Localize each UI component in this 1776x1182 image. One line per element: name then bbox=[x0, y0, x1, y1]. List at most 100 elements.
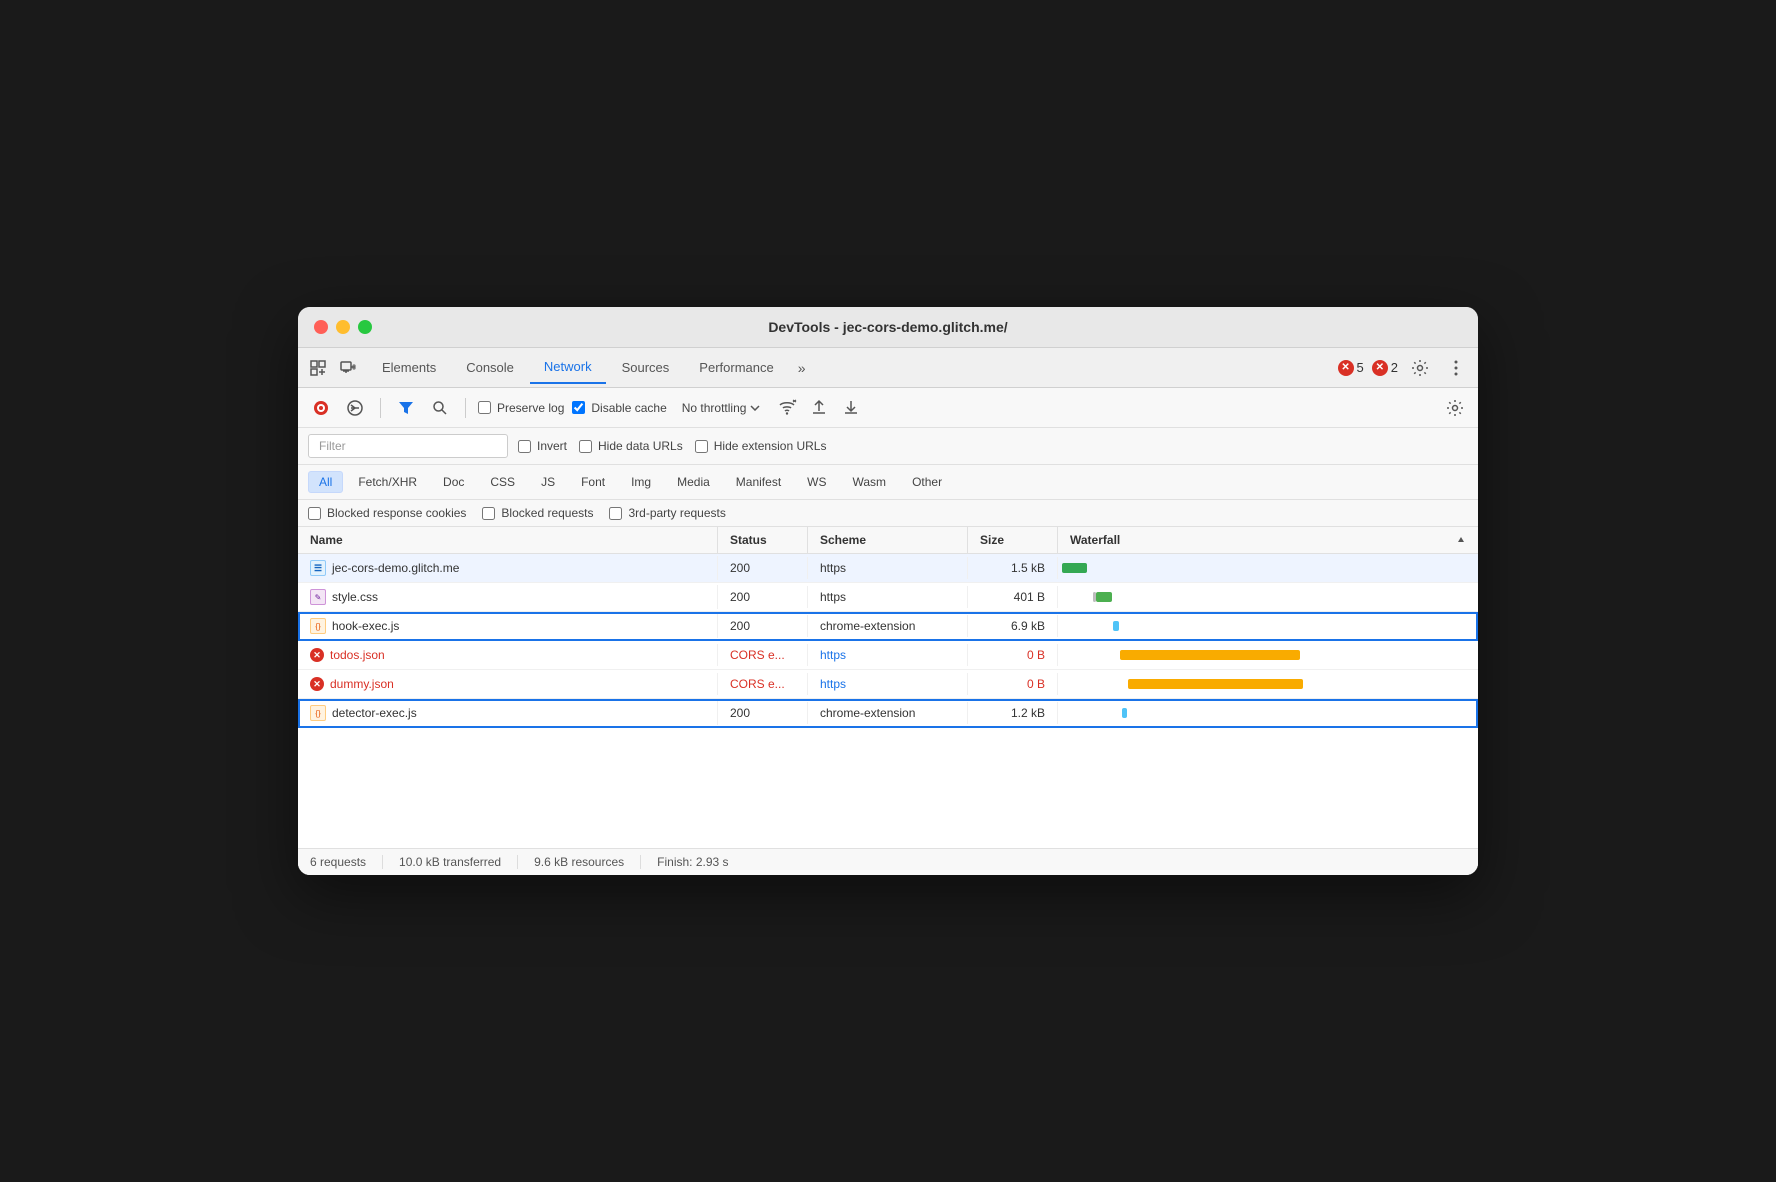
record-button[interactable] bbox=[308, 395, 334, 421]
type-media-button[interactable]: Media bbox=[666, 471, 721, 493]
type-fetch-xhr-button[interactable]: Fetch/XHR bbox=[347, 471, 428, 493]
blocked-cookies-checkbox[interactable]: Blocked response cookies bbox=[308, 506, 466, 520]
tab-network[interactable]: Network bbox=[530, 351, 606, 384]
devtools-window: DevTools - jec-cors-demo.glitch.me/ bbox=[298, 307, 1478, 875]
title-bar: DevTools - jec-cors-demo.glitch.me/ bbox=[298, 307, 1478, 348]
row-scheme: https bbox=[808, 644, 968, 666]
filter-button[interactable] bbox=[393, 395, 419, 421]
html-file-icon: ☰ bbox=[310, 560, 326, 576]
type-doc-button[interactable]: Doc bbox=[432, 471, 475, 493]
hide-ext-urls-input[interactable] bbox=[695, 440, 708, 453]
row-name: ✎ style.css bbox=[298, 585, 718, 609]
tab-bar: Elements Console Network Sources Perform… bbox=[298, 348, 1478, 388]
devtools-body: Elements Console Network Sources Perform… bbox=[298, 348, 1478, 875]
row-name: ✕ todos.json bbox=[298, 644, 718, 666]
network-table: Name Status Scheme Size Waterfall ☰ jec-… bbox=[298, 527, 1478, 848]
tab-console[interactable]: Console bbox=[452, 352, 528, 383]
resources-size: 9.6 kB resources bbox=[534, 855, 641, 869]
error-file-icon-2: ✕ bbox=[310, 677, 324, 691]
third-party-checkbox[interactable]: 3rd-party requests bbox=[609, 506, 725, 520]
invert-input[interactable] bbox=[518, 440, 531, 453]
traffic-lights bbox=[314, 320, 372, 334]
filter-bar: Invert Hide data URLs Hide extension URL… bbox=[298, 428, 1478, 465]
minimize-button[interactable] bbox=[336, 320, 350, 334]
clear-button[interactable] bbox=[342, 395, 368, 421]
close-button[interactable] bbox=[314, 320, 328, 334]
type-wasm-button[interactable]: Wasm bbox=[842, 471, 898, 493]
col-scheme[interactable]: Scheme bbox=[808, 527, 968, 553]
row-scheme: https bbox=[808, 557, 968, 579]
more-options-icon[interactable] bbox=[1442, 354, 1470, 382]
disable-cache-checkbox[interactable]: Disable cache bbox=[572, 401, 666, 415]
type-js-button[interactable]: JS bbox=[530, 471, 566, 493]
col-name[interactable]: Name bbox=[298, 527, 718, 553]
import-icon[interactable] bbox=[807, 396, 831, 420]
type-ws-button[interactable]: WS bbox=[796, 471, 837, 493]
device-icon[interactable] bbox=[336, 356, 360, 380]
type-font-button[interactable]: Font bbox=[570, 471, 616, 493]
row-name: ☰ jec-cors-demo.glitch.me bbox=[298, 556, 718, 580]
row-status: 200 bbox=[718, 557, 808, 579]
tab-right-actions: ✕ 5 ✕ 2 bbox=[1338, 354, 1470, 382]
hide-data-urls-input[interactable] bbox=[579, 440, 592, 453]
table-row[interactable]: {} hook-exec.js 200 chrome-extension 6.9… bbox=[298, 612, 1478, 641]
row-name: ✕ dummy.json bbox=[298, 673, 718, 695]
type-all-button[interactable]: All bbox=[308, 471, 343, 493]
table-row[interactable]: ✎ style.css 200 https 401 B bbox=[298, 583, 1478, 612]
type-img-button[interactable]: Img bbox=[620, 471, 662, 493]
error-icon-1: ✕ bbox=[1338, 360, 1354, 376]
type-other-button[interactable]: Other bbox=[901, 471, 953, 493]
table-row[interactable]: ☰ jec-cors-demo.glitch.me 200 https 1.5 … bbox=[298, 554, 1478, 583]
throttle-selector[interactable]: No throttling bbox=[675, 397, 768, 419]
waterfall-bar bbox=[1128, 679, 1303, 689]
tab-elements[interactable]: Elements bbox=[368, 352, 450, 383]
sort-icon bbox=[1456, 535, 1466, 545]
row-name: {} detector-exec.js bbox=[298, 701, 718, 725]
col-status[interactable]: Status bbox=[718, 527, 808, 553]
invert-checkbox[interactable]: Invert bbox=[518, 439, 567, 453]
preserve-log-input[interactable] bbox=[478, 401, 491, 414]
tab-list: Elements Console Network Sources Perform… bbox=[368, 351, 1338, 384]
blocked-requests-checkbox[interactable]: Blocked requests bbox=[482, 506, 593, 520]
row-status: 200 bbox=[718, 702, 808, 724]
type-css-button[interactable]: CSS bbox=[479, 471, 526, 493]
network-settings-icon[interactable] bbox=[1442, 395, 1468, 421]
table-row[interactable]: ✕ dummy.json CORS e... https 0 B bbox=[298, 670, 1478, 699]
tab-sources[interactable]: Sources bbox=[608, 352, 684, 383]
error-badge-2[interactable]: ✕ 2 bbox=[1372, 360, 1398, 376]
third-party-input[interactable] bbox=[609, 507, 622, 520]
col-size[interactable]: Size bbox=[968, 527, 1058, 553]
table-row[interactable]: {} detector-exec.js 200 chrome-extension… bbox=[298, 699, 1478, 728]
row-scheme: https bbox=[808, 586, 968, 608]
filter-options: Invert Hide data URLs Hide extension URL… bbox=[518, 439, 826, 453]
tab-performance[interactable]: Performance bbox=[685, 352, 787, 383]
row-waterfall bbox=[1058, 641, 1478, 669]
wifi-icon[interactable] bbox=[775, 396, 799, 420]
disable-cache-input[interactable] bbox=[572, 401, 585, 414]
finish-time: Finish: 2.93 s bbox=[657, 855, 744, 869]
export-icon[interactable] bbox=[839, 396, 863, 420]
type-manifest-button[interactable]: Manifest bbox=[725, 471, 792, 493]
error-badge-1[interactable]: ✕ 5 bbox=[1338, 360, 1364, 376]
filter-input[interactable] bbox=[308, 434, 508, 458]
inspect-icon[interactable] bbox=[306, 356, 330, 380]
row-scheme: chrome-extension bbox=[808, 702, 968, 724]
table-row[interactable]: ✕ todos.json CORS e... https 0 B bbox=[298, 641, 1478, 670]
blocked-requests-input[interactable] bbox=[482, 507, 495, 520]
preserve-log-checkbox[interactable]: Preserve log bbox=[478, 401, 564, 415]
settings-icon[interactable] bbox=[1406, 354, 1434, 382]
error-count-2: 2 bbox=[1391, 360, 1398, 375]
blocked-cookies-input[interactable] bbox=[308, 507, 321, 520]
empty-space bbox=[298, 728, 1478, 848]
table-header: Name Status Scheme Size Waterfall bbox=[298, 527, 1478, 554]
tab-icons bbox=[306, 356, 360, 380]
search-button[interactable] bbox=[427, 395, 453, 421]
extra-filters: Blocked response cookies Blocked request… bbox=[298, 500, 1478, 527]
col-waterfall[interactable]: Waterfall bbox=[1058, 527, 1478, 553]
toolbar-separator-2 bbox=[465, 398, 466, 418]
tab-more-button[interactable]: » bbox=[790, 356, 814, 380]
hide-ext-urls-checkbox[interactable]: Hide extension URLs bbox=[695, 439, 827, 453]
row-size: 401 B bbox=[968, 586, 1058, 608]
hide-data-urls-checkbox[interactable]: Hide data URLs bbox=[579, 439, 683, 453]
maximize-button[interactable] bbox=[358, 320, 372, 334]
